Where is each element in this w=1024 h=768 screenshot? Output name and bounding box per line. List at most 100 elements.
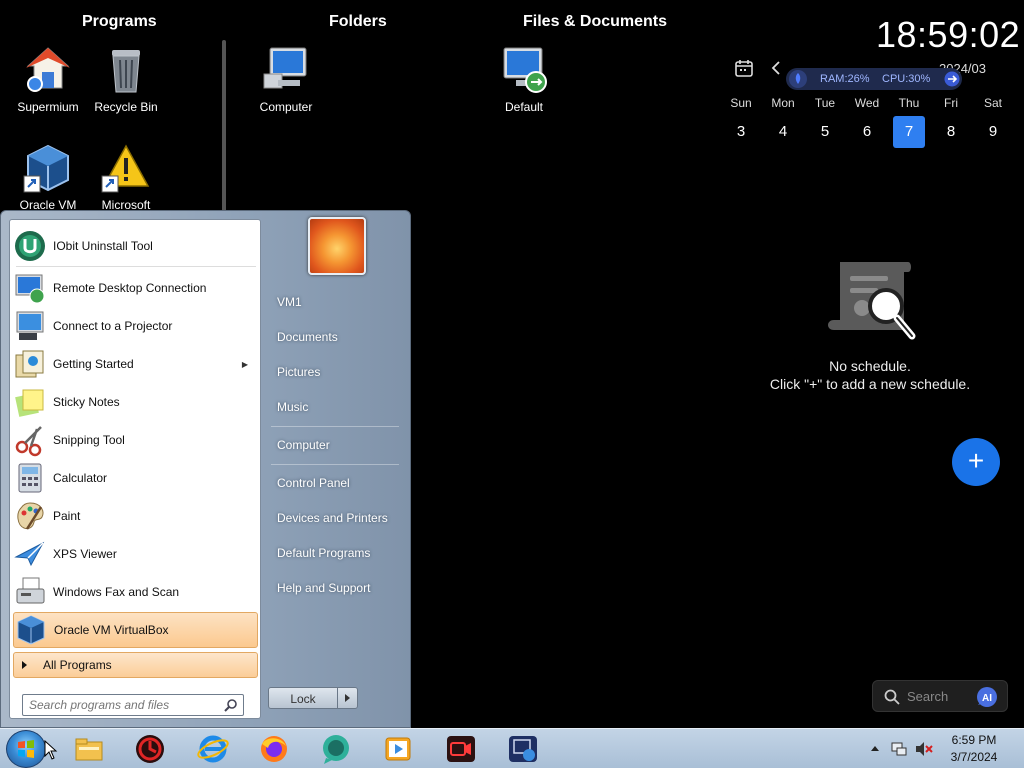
desktop-icon-label: Default bbox=[504, 100, 544, 114]
desktop-icon-label: Computer bbox=[259, 100, 313, 114]
desktop-icon-recycle-bin[interactable]: Recycle Bin bbox=[83, 44, 169, 114]
remote-desktop-icon bbox=[498, 44, 550, 96]
internet-explorer-icon[interactable] bbox=[195, 732, 231, 766]
ai-label: AI bbox=[982, 693, 992, 704]
calendar-day[interactable]: 9 bbox=[972, 116, 1014, 148]
start-menu: IObit Uninstall Tool Remote Desktop Conn… bbox=[0, 210, 411, 728]
projector-icon bbox=[13, 309, 47, 343]
schedule-empty-state: No schedule. Click "+" to add a new sche… bbox=[760, 256, 980, 392]
weekday-label: Mon bbox=[771, 96, 795, 110]
add-schedule-button[interactable]: + bbox=[952, 438, 1000, 486]
program-virtualbox[interactable]: Oracle VM VirtualBox bbox=[13, 612, 258, 648]
desktop-icon-default[interactable]: Default bbox=[481, 44, 567, 114]
all-programs-label: All Programs bbox=[43, 658, 112, 672]
weekday-label: Wed bbox=[854, 96, 880, 110]
start-search-input[interactable] bbox=[23, 695, 213, 715]
file-explorer-icon[interactable] bbox=[71, 732, 107, 766]
widget-search-box[interactable]: Search AI bbox=[872, 680, 1008, 712]
weekday-label: Fri bbox=[944, 96, 958, 110]
remote-app-icon[interactable] bbox=[505, 732, 541, 766]
lock-button[interactable]: Lock bbox=[268, 687, 358, 709]
weekday-label: Tue bbox=[814, 96, 836, 110]
calendar-days: 3 4 5 6 7 8 9 bbox=[720, 116, 1014, 148]
program-label: Snipping Tool bbox=[53, 433, 125, 447]
start-right-computer[interactable]: Computer bbox=[277, 438, 330, 452]
program-label: Windows Fax and Scan bbox=[53, 585, 180, 599]
media-player-icon[interactable] bbox=[380, 732, 416, 766]
shutdown-options-arrow-icon[interactable] bbox=[337, 688, 357, 708]
calendar-day[interactable]: 6 bbox=[846, 116, 888, 148]
calendar-day[interactable]: 4 bbox=[762, 116, 804, 148]
program-fax-scan[interactable]: Windows Fax and Scan bbox=[13, 574, 258, 610]
tray-date[interactable]: 3/7/2024 bbox=[946, 750, 1002, 764]
calendar-day[interactable]: 5 bbox=[804, 116, 846, 148]
program-paint[interactable]: Paint bbox=[13, 498, 258, 534]
tray-time[interactable]: 6:59 PM bbox=[946, 733, 1002, 747]
program-remote-desktop[interactable]: Remote Desktop Connection bbox=[13, 270, 258, 306]
desktop-icon-oracle-vm[interactable]: Oracle VM bbox=[5, 142, 91, 212]
computer-icon bbox=[260, 44, 312, 96]
calendar-day[interactable]: 8 bbox=[930, 116, 972, 148]
program-sticky-notes[interactable]: Sticky Notes bbox=[13, 384, 258, 420]
start-right-devices-printers[interactable]: Devices and Printers bbox=[277, 511, 388, 525]
start-right-default-programs[interactable]: Default Programs bbox=[277, 546, 370, 560]
system-monitor-pill[interactable]: RAM:26% CPU:30% bbox=[786, 68, 962, 90]
iobit-icon[interactable] bbox=[132, 732, 168, 766]
fax-scan-icon bbox=[13, 575, 47, 609]
fence-title-folders: Folders bbox=[329, 13, 387, 30]
all-programs-button[interactable]: All Programs bbox=[13, 652, 258, 678]
virtualbox-icon bbox=[14, 613, 48, 647]
program-iobit-uninstaller[interactable]: IObit Uninstall Tool bbox=[13, 228, 258, 264]
weekday-label: Thu bbox=[898, 96, 920, 110]
program-label: Paint bbox=[53, 509, 81, 523]
program-calculator[interactable]: Calculator bbox=[13, 460, 258, 496]
chat-bubble-icon[interactable] bbox=[318, 732, 354, 766]
start-right-documents[interactable]: Documents bbox=[277, 330, 338, 344]
user-picture[interactable] bbox=[308, 217, 366, 275]
pinned-separator bbox=[16, 266, 256, 267]
firefox-icon[interactable] bbox=[256, 732, 292, 766]
submenu-arrow-icon[interactable]: ▶ bbox=[242, 360, 248, 369]
fence-title-programs: Programs bbox=[82, 13, 157, 30]
ai-assistant-icon[interactable]: AI bbox=[973, 683, 1001, 711]
empty-schedule-icon bbox=[828, 262, 916, 340]
start-search-box[interactable] bbox=[22, 694, 244, 716]
program-label: Oracle VM VirtualBox bbox=[54, 623, 169, 637]
fence-scrollbar[interactable] bbox=[222, 40, 226, 212]
chevron-left-icon[interactable] bbox=[770, 61, 782, 75]
volume-muted-icon[interactable] bbox=[914, 740, 934, 758]
program-getting-started[interactable]: Getting Started ▶ bbox=[13, 346, 258, 382]
remote-desktop-icon bbox=[13, 271, 47, 305]
search-icon[interactable] bbox=[224, 698, 238, 712]
program-connect-projector[interactable]: Connect to a Projector bbox=[13, 308, 258, 344]
desktop-icon-microsoft[interactable]: Microsoft bbox=[83, 142, 169, 212]
desktop-icon-label: Supermium bbox=[17, 100, 79, 114]
calendar-day[interactable]: 3 bbox=[720, 116, 762, 148]
cpu-usage: CPU:30% bbox=[882, 73, 931, 85]
calendar-icon[interactable] bbox=[734, 58, 754, 78]
show-hidden-icons-icon[interactable] bbox=[870, 744, 880, 752]
start-right-pictures[interactable]: Pictures bbox=[277, 365, 320, 379]
start-right-help-support[interactable]: Help and Support bbox=[277, 581, 370, 595]
screen-recorder-icon[interactable] bbox=[443, 732, 479, 766]
start-right-user-folder[interactable]: VM1 bbox=[277, 295, 302, 309]
program-xps-viewer[interactable]: XPS Viewer bbox=[13, 536, 258, 572]
calendar-day-today[interactable]: 7 bbox=[893, 116, 925, 148]
start-button[interactable] bbox=[6, 730, 46, 768]
desktop-icon-supermium[interactable]: Supermium bbox=[5, 44, 91, 114]
start-menu-programs-pane: IObit Uninstall Tool Remote Desktop Conn… bbox=[9, 219, 261, 719]
lock-label: Lock bbox=[290, 692, 316, 706]
start-right-control-panel[interactable]: Control Panel bbox=[277, 476, 350, 490]
program-snipping-tool[interactable]: Snipping Tool bbox=[13, 422, 258, 458]
desktop-icon-computer[interactable]: Computer bbox=[243, 44, 329, 114]
right-separator bbox=[271, 426, 399, 427]
widget-search-label: Search bbox=[907, 689, 949, 704]
rocket-icon bbox=[789, 70, 807, 88]
warning-icon bbox=[100, 142, 152, 194]
supermium-icon bbox=[22, 44, 74, 96]
program-label: XPS Viewer bbox=[53, 547, 117, 561]
sticky-notes-icon bbox=[13, 385, 47, 419]
ram-usage: RAM:26% bbox=[820, 73, 870, 85]
network-icon[interactable] bbox=[890, 740, 908, 758]
start-right-music[interactable]: Music bbox=[277, 400, 308, 414]
